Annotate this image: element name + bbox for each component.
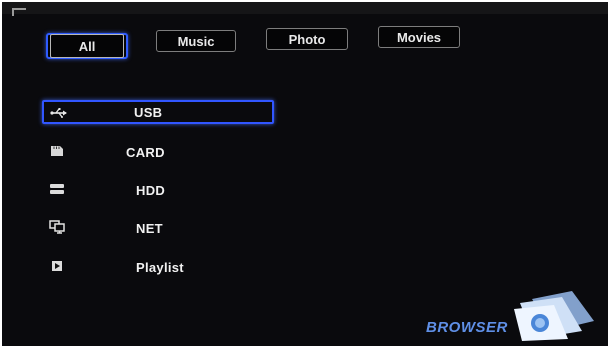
device-label-net: NET (136, 220, 163, 236)
tab-music-label: Music (177, 33, 215, 49)
hard-drive-icon (48, 182, 66, 196)
device-label-hdd: HDD (136, 182, 166, 198)
usb-icon (50, 106, 68, 120)
device-item-hdd[interactable]: HDD (42, 178, 274, 202)
browser-logo: BROWSER (422, 287, 602, 342)
top-bezel (2, 2, 608, 14)
device-item-playlist[interactable]: Playlist (42, 255, 274, 279)
corner-mark (12, 8, 26, 16)
tab-movies[interactable]: Movies (378, 26, 460, 48)
tab-all[interactable]: All (46, 33, 128, 59)
tab-all-frame: All (50, 34, 124, 58)
brand-text: BROWSER (426, 319, 508, 336)
device-label-card: CARD (126, 144, 165, 160)
device-item-usb[interactable]: USB (42, 100, 274, 124)
tab-music[interactable]: Music (156, 30, 236, 52)
device-item-card[interactable]: CARD (42, 140, 274, 164)
device-item-net[interactable]: NET (42, 216, 274, 240)
tab-all-label: All (78, 38, 96, 54)
network-icon (48, 220, 66, 234)
device-label-usb: USB (134, 104, 163, 120)
tab-movies-label: Movies (396, 29, 442, 45)
media-browser-screen: All Music Photo Movies USB CARD HDD NET … (2, 2, 608, 346)
tab-photo-label: Photo (288, 31, 326, 47)
device-label-playlist: Playlist (136, 259, 184, 275)
sd-card-icon (48, 144, 66, 158)
tab-photo[interactable]: Photo (266, 28, 348, 50)
playlist-icon (48, 259, 66, 273)
